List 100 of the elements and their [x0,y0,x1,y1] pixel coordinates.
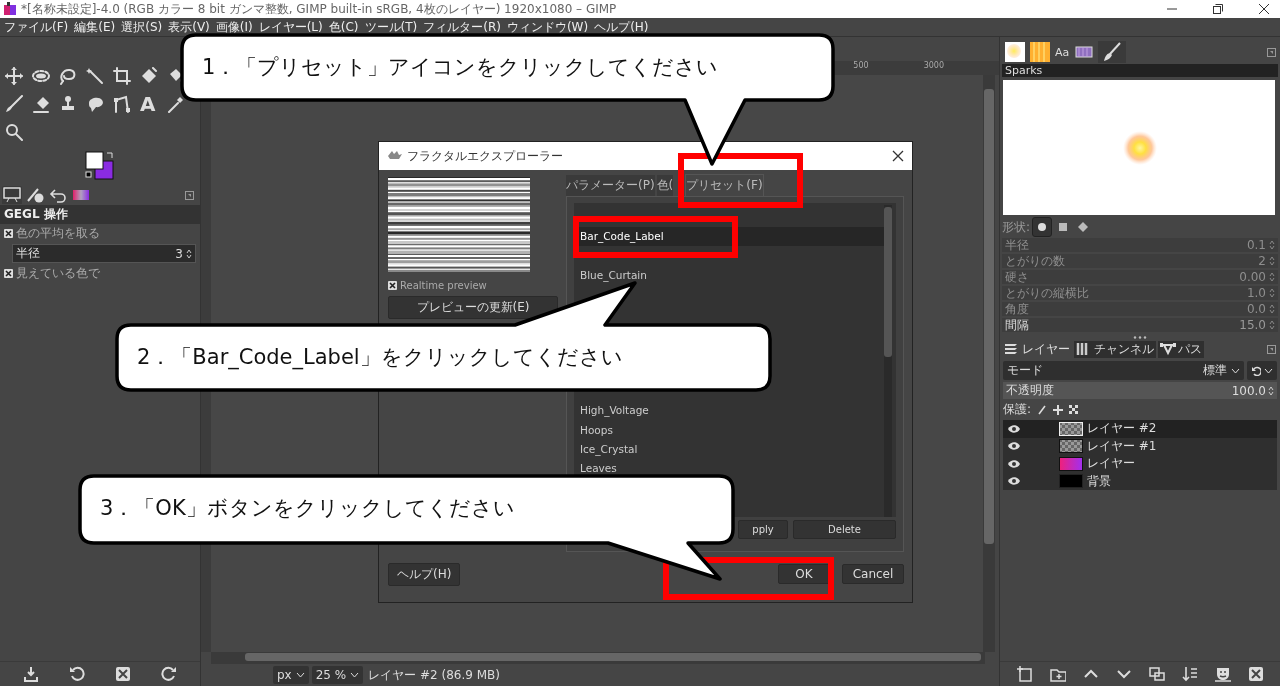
eye-icon[interactable] [1007,458,1021,469]
panel-menu-icon[interactable] [1267,344,1276,354]
stamp-icon[interactable] [59,95,77,113]
menu-item[interactable]: ヘルプ(H) [594,18,649,36]
delete-button[interactable]: Delete [793,520,896,539]
ok-button[interactable]: OK [778,564,830,584]
undo-icon[interactable] [69,666,85,682]
color-picker-icon[interactable] [167,95,185,113]
menu-item[interactable]: 選択(S) [121,18,163,36]
mask-icon[interactable] [1214,666,1231,682]
layer-row[interactable]: レイヤー [1003,455,1277,473]
crop-icon[interactable] [113,67,131,85]
scrollbar[interactable] [211,652,985,664]
list-item[interactable]: Leaves [580,462,617,475]
tab[interactable]: プリセット(F) [685,174,764,196]
paintbrush-icon[interactable] [1098,41,1127,63]
resize-handle-icon[interactable] [1133,335,1147,340]
scrollbar[interactable] [983,75,995,652]
composite-dropdown[interactable] [1247,361,1277,380]
layers-icon [1004,341,1020,357]
brush-icon[interactable] [5,95,23,113]
apply-button[interactable]: pply [738,520,788,539]
ellipse-select-icon[interactable] [32,67,50,85]
layer-row[interactable]: 背景 [1003,472,1277,490]
checkbox[interactable] [4,269,13,278]
tool-options-icon[interactable] [2,186,22,204]
new-layer-icon[interactable] [1016,666,1033,682]
path-tool-icon[interactable] [113,95,131,113]
panel-menu-icon[interactable] [185,190,194,200]
lasso-icon[interactable] [59,67,77,85]
spin-field[interactable]: 半径 3 [12,244,196,263]
menu-item[interactable]: フィルター(R) [423,18,501,36]
spinner-icon[interactable] [186,248,192,259]
delete-icon[interactable] [115,666,131,682]
opacity-field[interactable]: 不透明度 100.0 [1003,382,1277,399]
smudge-icon[interactable] [86,95,104,113]
fractal-icon [387,150,403,162]
save-icon[interactable] [23,666,39,682]
menu-item[interactable]: 表示(V) [168,18,210,36]
font-tab[interactable]: Aa [1054,44,1071,60]
merge-down-icon[interactable] [1181,666,1198,682]
menu-item[interactable]: ウィンドウ(W) [506,18,589,36]
undo-history-icon[interactable] [48,186,68,204]
text-tool-icon[interactable]: A [140,95,158,113]
layer-thumbnail [1059,474,1083,489]
pattern-icon[interactable] [1029,41,1051,63]
duplicate-icon[interactable] [1148,666,1165,682]
panel-tab[interactable]: パス [1158,340,1204,358]
checkbox[interactable] [388,281,397,290]
list-item[interactable]: Bar_Code_Label [580,230,664,242]
new-folder-icon[interactable] [1049,666,1066,682]
eye-icon[interactable] [1007,423,1021,434]
maximize-icon[interactable] [1212,3,1224,15]
layer-row[interactable]: レイヤー #2 [1003,420,1277,438]
lock-position-icon[interactable] [1053,404,1064,415]
unit-dropdown[interactable]: px [273,666,309,684]
menu-item[interactable]: 編集(E) [74,18,116,36]
move-icon[interactable] [5,67,23,85]
eraser-icon[interactable] [32,95,50,113]
close-icon[interactable] [892,150,904,162]
panel-tab[interactable]: チャンネル [1074,340,1156,358]
tab[interactable]: 色( [656,175,674,196]
list-item[interactable]: Blue_Curtain [580,268,647,281]
spinner-icon[interactable] [1268,385,1274,396]
delete-icon[interactable] [1247,666,1264,682]
color-swatches-icon[interactable] [85,151,115,181]
cancel-button[interactable]: Cancel [842,564,904,584]
lock-pixels-icon[interactable] [1037,404,1048,415]
zoom-icon[interactable] [5,123,23,141]
zoom-dropdown[interactable]: 25 % [311,666,364,684]
list-item[interactable]: Ice_Crystal [580,442,638,455]
menu-item[interactable]: ツール(T) [364,18,418,36]
list-item[interactable]: Hoops [580,423,613,436]
mode-dropdown[interactable]: モード 標準 [1003,361,1244,380]
reset-icon[interactable] [161,666,177,682]
brush-preview-icon[interactable] [1004,41,1026,63]
help-button[interactable]: ヘルプ(H) [388,562,461,586]
layer-thumbnail [1059,456,1083,471]
list-item[interactable]: High_Voltage [580,404,649,417]
paths-icon [1160,341,1176,357]
menu-item[interactable]: レイヤー(L) [258,18,323,36]
checkbox[interactable] [4,229,13,238]
update-preview-button[interactable]: プレビューの更新(E) [388,296,558,319]
device-status-icon[interactable] [25,186,45,204]
menu-item[interactable]: 色(C) [328,18,359,36]
spin-field[interactable]: 間隔 15.0 [1002,318,1278,332]
eye-icon[interactable] [1007,476,1021,487]
window-title: *[名称未設定]-4.0 (RGB カラー 8 bit ガンマ整数, GIMP built-in sRGB, 4枚のレイヤー) 1920x1080 – GIMP [21,0,617,18]
circle-shape-icon[interactable] [1032,217,1053,237]
menu-item[interactable]: ファイル(F) [4,18,69,36]
close-icon[interactable] [1258,3,1270,15]
wand-icon[interactable] [86,67,104,85]
panel-menu-icon[interactable] [1267,47,1276,57]
transform-icon[interactable] [140,67,158,85]
layer-row[interactable]: レイヤー #1 [1003,437,1277,455]
menu-item[interactable]: 画像(I) [215,18,253,36]
eye-icon[interactable] [1007,441,1021,452]
tab[interactable]: パラメーター(P) [566,175,655,196]
scrollbar[interactable] [884,205,892,517]
lock-alpha-icon[interactable] [1069,404,1080,415]
